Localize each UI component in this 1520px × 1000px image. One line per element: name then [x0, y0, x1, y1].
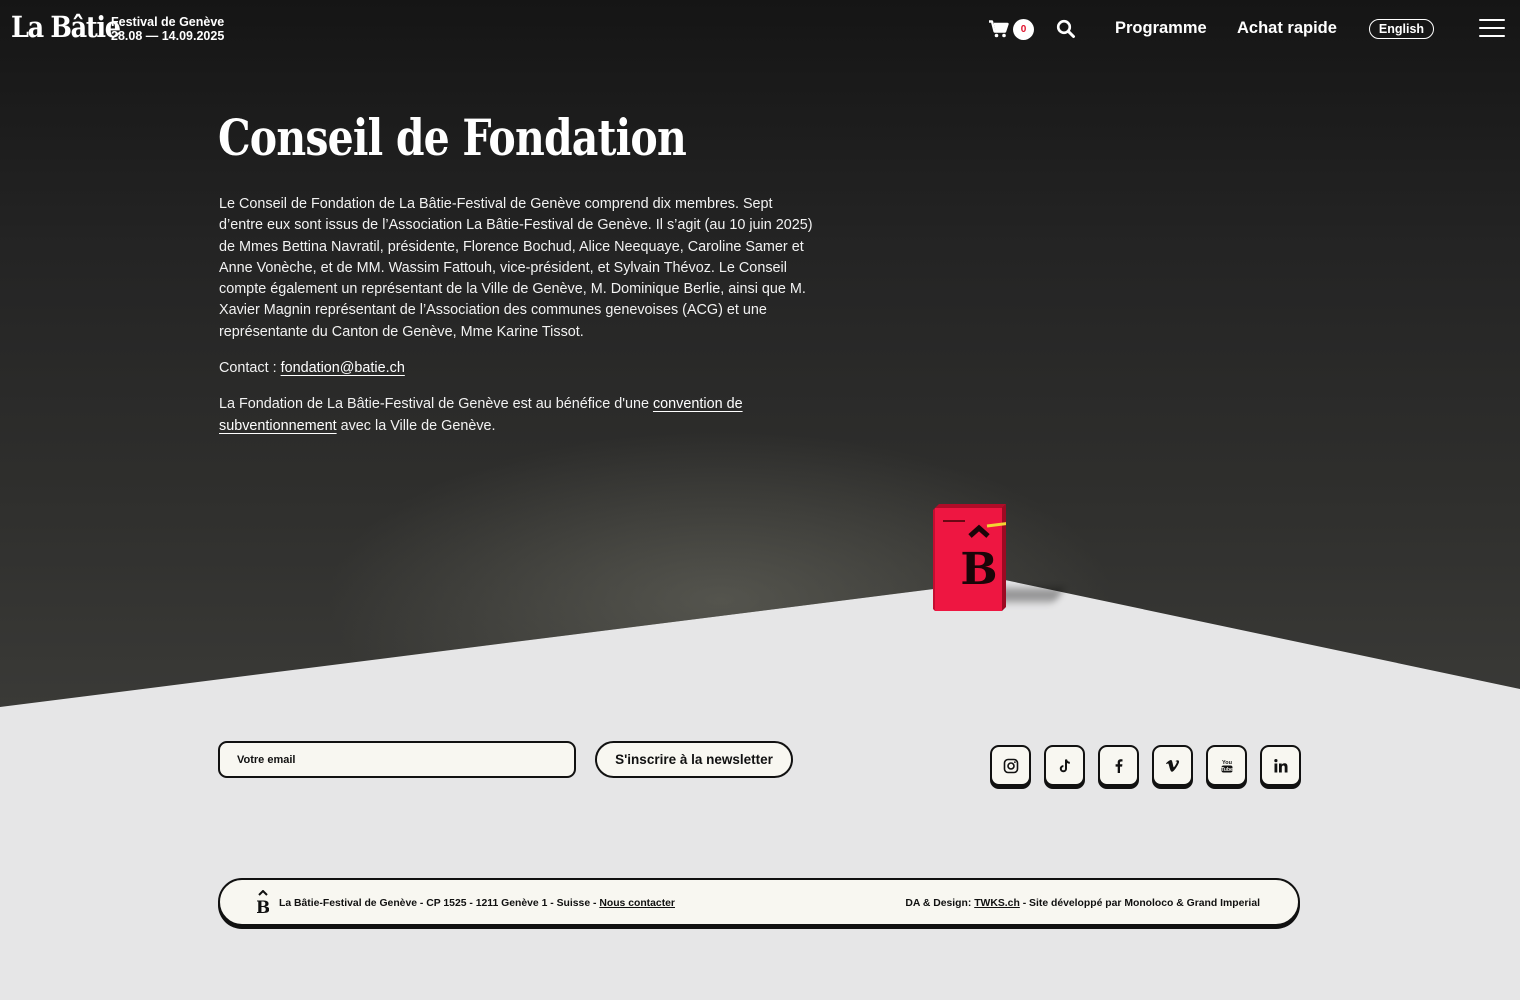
vimeo-link[interactable] — [1152, 745, 1193, 786]
instagram-icon — [1003, 758, 1018, 773]
contact-line: Contact : fondation@batie.ch — [219, 358, 819, 379]
book-illustration: B — [933, 504, 1006, 611]
footer-credits: DA & Design: TWKS.ch - Site développé pa… — [905, 898, 1260, 909]
cart-count-badge: 0 — [1013, 19, 1034, 40]
footer-address-text: La Bâtie-Festival de Genève - CP 1525 - … — [279, 898, 600, 909]
instagram-link[interactable] — [990, 745, 1031, 786]
newsletter-subscribe-button[interactable]: S'inscrire à la newsletter — [595, 741, 793, 778]
footer-address: La Bâtie-Festival de Genève - CP 1525 - … — [279, 898, 675, 909]
site-logo[interactable]: La Bâtie — [11, 10, 121, 44]
vimeo-icon — [1165, 759, 1179, 772]
nav-programme[interactable]: Programme — [1115, 19, 1207, 38]
svg-text:B: B — [960, 544, 997, 595]
svg-text:Tube: Tube — [1221, 767, 1233, 773]
svg-text:B: B — [257, 898, 269, 914]
svg-text:You: You — [1222, 760, 1232, 766]
contact-label: Contact : — [219, 360, 281, 377]
subsidy-text-end: avec la Ville de Genève. — [336, 417, 496, 434]
tiktok-icon — [1059, 758, 1070, 772]
facebook-icon — [1115, 758, 1122, 773]
facebook-link[interactable] — [1098, 745, 1139, 786]
search-button[interactable] — [1056, 19, 1076, 39]
menu-button[interactable] — [1479, 19, 1505, 39]
linkedin-icon — [1273, 758, 1287, 772]
social-links: You Tube — [990, 745, 1301, 786]
contact-email-link[interactable]: fondation@batie.ch — [281, 360, 405, 376]
board-description: Le Conseil de Fondation de La Bâtie-Fest… — [219, 196, 813, 340]
festival-meta: Festival de Genève 28.08 — 14.09.2025 — [111, 15, 224, 43]
subsidy-text: La Fondation de La Bâtie-Festival de Gen… — [219, 396, 653, 413]
footer-credits-label: DA & Design: — [905, 898, 975, 909]
search-icon — [1056, 19, 1075, 38]
page-title: Conseil de Fondation — [218, 108, 687, 167]
youtube-link[interactable]: You Tube — [1206, 745, 1247, 786]
site-header: La Bâtie Festival de Genève 28.08 — 14.0… — [0, 0, 1520, 58]
batie-b-logo-icon: B — [257, 890, 269, 914]
linkedin-link[interactable] — [1260, 745, 1301, 786]
cart-icon — [989, 20, 1009, 38]
main-content: Le Conseil de Fondation de La Bâtie-Fest… — [219, 194, 819, 452]
festival-name: Festival de Genève — [111, 15, 225, 29]
footer-twks-link[interactable]: TWKS.ch — [974, 898, 1020, 909]
subsidy-line: La Fondation de La Bâtie-Festival de Gen… — [219, 394, 819, 437]
footer-credits-text: - Site développé par Monoloco & Grand Im… — [1019, 898, 1260, 909]
language-switch[interactable]: English — [1369, 19, 1434, 39]
footer-contact-link[interactable]: Nous contacter — [599, 898, 675, 909]
hamburger-icon — [1479, 19, 1505, 37]
nav-achat-rapide[interactable]: Achat rapide — [1237, 19, 1337, 38]
festival-dates: 28.08 — 14.09.2025 — [111, 29, 225, 43]
youtube-icon: You Tube — [1221, 760, 1233, 773]
tiktok-link[interactable] — [1044, 745, 1085, 786]
site-footer: B La Bâtie-Festival de Genève - CP 1525 … — [218, 878, 1300, 926]
cart-button[interactable]: 0 — [989, 18, 1037, 40]
newsletter-email-input[interactable] — [218, 741, 576, 778]
